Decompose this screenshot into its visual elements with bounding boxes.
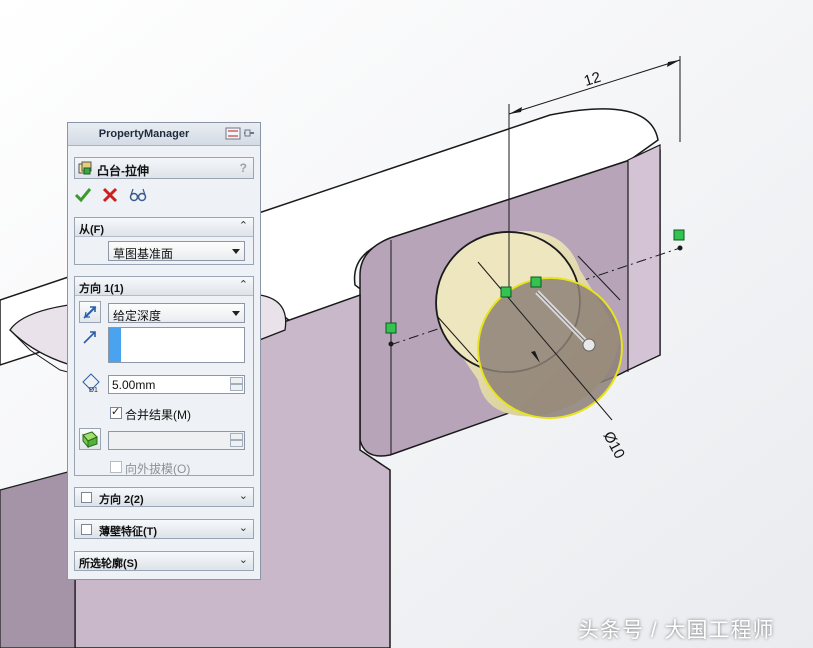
draft-outward-label: 向外拔模(O) — [125, 462, 191, 476]
expand-down-icon[interactable]: ⌄ — [239, 521, 248, 534]
check-icon — [74, 188, 92, 203]
direction2-group-label: 方向 2(2) — [99, 494, 144, 506]
thin-feature-checkbox[interactable] — [81, 524, 92, 535]
right-end-face — [627, 144, 661, 371]
draft-outward-checkbox[interactable] — [110, 461, 122, 473]
property-manager-header: PropertyManager — [68, 123, 260, 146]
pin-icon[interactable] — [224, 127, 256, 140]
cancel-button[interactable] — [101, 186, 119, 204]
from-group-label: 从(F) — [79, 224, 105, 236]
action-buttons — [74, 186, 153, 204]
boss-extrude-icon — [78, 161, 92, 175]
expand-down-icon[interactable]: ⌄ — [239, 489, 248, 502]
draft-icon — [82, 431, 98, 449]
feature-title: 凸台-拉伸 — [97, 164, 149, 178]
draft-spinner[interactable] — [230, 433, 243, 448]
thin-feature-group-header[interactable]: 薄壁特征(T) ⌄ — [75, 520, 253, 538]
start-condition-select[interactable]: 草图基准面 — [108, 241, 245, 261]
collapse-up-icon[interactable]: ⌃ — [239, 219, 248, 232]
spin-down-icon[interactable] — [230, 384, 243, 391]
watermark-text: 头条号 / 大国工程师 — [578, 619, 775, 642]
thin-feature-group-label: 薄壁特征(T) — [99, 526, 158, 538]
direction2-group-header[interactable]: 方向 2(2) ⌄ — [75, 488, 253, 506]
draft-angle-input[interactable] — [108, 431, 245, 450]
direction-selection-box[interactable] — [108, 327, 245, 363]
direction1-group: 方向 1(1) ⌃ 给定深度 D1 5.00mm ✓ 合并结果(M) 向外拔模(… — [74, 276, 254, 476]
spin-up-icon[interactable] — [230, 433, 243, 440]
direction1-group-label: 方向 1(1) — [79, 283, 124, 295]
close-icon — [103, 187, 118, 203]
reverse-direction-icon — [83, 306, 97, 319]
from-group-header[interactable]: 从(F) ⌃ — [75, 218, 253, 237]
end-condition-select[interactable]: 给定深度 — [108, 303, 245, 323]
preview-button[interactable] — [129, 186, 147, 204]
selection-highlight — [109, 328, 121, 362]
direction2-group[interactable]: 方向 2(2) ⌄ — [74, 487, 254, 507]
help-button[interactable]: ? — [240, 161, 247, 175]
depth-icon: D1 — [82, 373, 100, 393]
spin-up-icon[interactable] — [230, 377, 243, 384]
merge-result-checkbox[interactable] — [110, 405, 122, 419]
property-manager-title: PropertyManager — [98, 128, 190, 140]
depth-spinner[interactable] — [230, 377, 243, 392]
thin-feature-group[interactable]: 薄壁特征(T) ⌄ — [74, 519, 254, 539]
depth-input[interactable]: 5.00mm — [108, 375, 245, 394]
collapse-up-icon[interactable]: ⌃ — [239, 278, 248, 291]
start-condition-value: 草图基准面 — [113, 247, 174, 261]
spin-down-icon[interactable] — [230, 440, 243, 447]
draft-toggle-button[interactable] — [79, 428, 101, 450]
selected-contours-group-header[interactable]: 所选轮廓(S) ⌄ — [75, 552, 253, 570]
expand-down-icon[interactable]: ⌄ — [239, 553, 248, 566]
end-condition-value: 给定深度 — [113, 309, 162, 323]
reverse-direction-button[interactable] — [79, 301, 101, 323]
depth-value: 5.00mm — [112, 378, 156, 392]
property-manager[interactable]: PropertyManager 凸台-拉伸 ? 从(F) ⌃ 草图基准面 方向 … — [67, 122, 261, 580]
dropdown-arrow-icon — [232, 249, 240, 254]
dropdown-arrow-icon — [232, 311, 240, 316]
selected-contours-group-label: 所选轮廓(S) — [79, 558, 138, 570]
direction-vector-icon — [83, 331, 96, 344]
direction2-checkbox[interactable] — [81, 492, 92, 503]
direction1-group-header[interactable]: 方向 1(1) ⌃ — [75, 277, 253, 296]
svg-text:D1: D1 — [89, 387, 98, 393]
merge-result-label: 合并结果(M) — [125, 408, 191, 422]
selected-contours-group[interactable]: 所选轮廓(S) ⌄ — [74, 551, 254, 571]
glasses-icon — [129, 188, 146, 202]
from-group: 从(F) ⌃ 草图基准面 — [74, 217, 254, 265]
ok-button[interactable] — [74, 186, 92, 204]
feature-title-bar: 凸台-拉伸 ? — [74, 157, 254, 179]
